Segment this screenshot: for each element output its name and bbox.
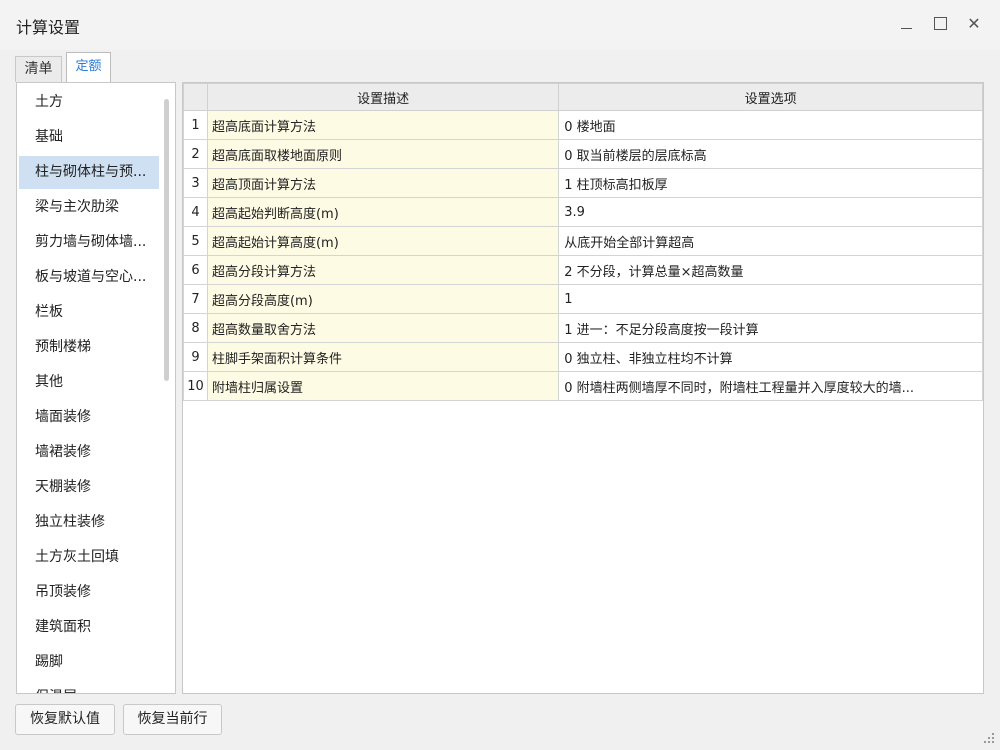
sidebar-item[interactable]: 吊顶装修 — [19, 576, 159, 609]
setting-option[interactable]: 1 — [558, 284, 983, 314]
setting-option[interactable]: 0 楼地面 — [558, 110, 983, 140]
setting-description: 超高数量取舍方法 — [206, 313, 560, 343]
row-number: 3 — [183, 168, 208, 198]
restore-current-row-button[interactable]: 恢复当前行 — [123, 704, 222, 735]
setting-option[interactable]: 1 进一：不足分段高度按一段计算 — [558, 313, 983, 343]
sidebar-item[interactable]: 板与坡道与空心... — [19, 261, 159, 294]
sidebar-item[interactable]: 天棚装修 — [19, 471, 159, 504]
setting-description: 超高起始判断高度(m) — [206, 197, 560, 227]
table-row[interactable]: 3 超高顶面计算方法 1 柱顶标高扣板厚 — [183, 168, 983, 198]
settings-grid: 设置描述 设置选项 1 超高底面计算方法 0 楼地面 2 超高底面取楼地面原则 0 取当前… — [182, 82, 984, 694]
table-row[interactable]: 6 超高分段计算方法 2 不分段，计算总量×超高数量 — [183, 255, 983, 285]
table-row[interactable]: 9 柱脚手架面积计算条件 0 独立柱、非独立柱均不计算 — [183, 342, 983, 372]
row-number: 1 — [183, 110, 208, 140]
sidebar-item[interactable]: 保温层 — [19, 681, 159, 693]
header-num — [183, 83, 208, 111]
sidebar-item[interactable]: 土方 — [19, 86, 159, 119]
row-number: 6 — [183, 255, 208, 285]
tab-dinge[interactable]: 定额 — [66, 52, 111, 82]
setting-description: 超高底面计算方法 — [206, 110, 560, 140]
sidebar-item[interactable]: 墙裙装修 — [19, 436, 159, 469]
setting-description: 超高分段计算方法 — [206, 255, 560, 285]
sidebar-item[interactable]: 基础 — [19, 121, 159, 154]
row-number: 10 — [183, 371, 208, 401]
tab-qingdan[interactable]: 清单 — [15, 56, 62, 82]
row-number: 9 — [183, 342, 208, 372]
table-row[interactable]: 1 超高底面计算方法 0 楼地面 — [183, 110, 983, 140]
sidebar-item[interactable]: 其他 — [19, 366, 159, 399]
table-row[interactable]: 7 超高分段高度(m) 1 — [183, 284, 983, 314]
setting-option[interactable]: 0 独立柱、非独立柱均不计算 — [558, 342, 983, 372]
resize-grip-icon[interactable] — [984, 733, 996, 745]
header-opt: 设置选项 — [558, 83, 983, 111]
setting-description: 超高起始计算高度(m) — [206, 226, 560, 256]
setting-option[interactable]: 0 附墙柱两侧墙厚不同时，附墙柱工程量并入厚度较大的墙... — [558, 371, 983, 401]
table-row[interactable]: 2 超高底面取楼地面原则 0 取当前楼层的层底标高 — [183, 139, 983, 169]
sidebar-item[interactable]: 墙面装修 — [19, 401, 159, 434]
sidebar-item[interactable]: 预制楼梯 — [19, 331, 159, 364]
sidebar-item[interactable]: 剪力墙与砌体墙... — [19, 226, 159, 259]
setting-description: 超高底面取楼地面原则 — [206, 139, 560, 169]
sidebar-item[interactable]: 踢脚 — [19, 646, 159, 679]
setting-description: 超高顶面计算方法 — [206, 168, 560, 198]
sidebar-item[interactable]: 栏板 — [19, 296, 159, 329]
minimize-icon[interactable] — [896, 14, 916, 34]
maximize-icon[interactable] — [930, 14, 950, 34]
row-number: 8 — [183, 313, 208, 343]
setting-description: 柱脚手架面积计算条件 — [206, 342, 560, 372]
sidebar-item[interactable]: 土方灰土回填 — [19, 541, 159, 574]
table-row[interactable]: 10 附墙柱归属设置 0 附墙柱两侧墙厚不同时，附墙柱工程量并入厚度较大的墙... — [183, 371, 983, 401]
window-title: 计算设置 — [16, 18, 81, 37]
setting-option[interactable]: 0 取当前楼层的层底标高 — [558, 139, 983, 169]
settings-table: 设置描述 设置选项 1 超高底面计算方法 0 楼地面 2 超高底面取楼地面原则 0 取当前… — [183, 83, 983, 401]
setting-option[interactable]: 2 不分段，计算总量×超高数量 — [558, 255, 983, 285]
setting-option[interactable]: 3.9 — [558, 197, 983, 227]
table-header-row: 设置描述 设置选项 — [183, 83, 983, 111]
sidebar-item[interactable]: 建筑面积 — [19, 611, 159, 644]
category-list: 保温层 踢脚建筑面积吊顶装修土方灰土回填独立柱装修天棚装修墙裙装修墙面装修其他预制… — [16, 82, 176, 694]
setting-description: 附墙柱归属设置 — [206, 371, 560, 401]
row-number: 2 — [183, 139, 208, 169]
row-number: 7 — [183, 284, 208, 314]
restore-default-button[interactable]: 恢复默认值 — [15, 704, 115, 735]
header-desc: 设置描述 — [206, 83, 560, 111]
setting-option[interactable]: 1 柱顶标高扣板厚 — [558, 168, 983, 198]
table-row[interactable]: 5 超高起始计算高度(m) 从底开始全部计算超高 — [183, 226, 983, 256]
setting-description: 超高分段高度(m) — [206, 284, 560, 314]
list-scrollbar[interactable] — [164, 99, 169, 381]
setting-option[interactable]: 从底开始全部计算超高 — [558, 226, 983, 256]
sidebar-item[interactable]: 梁与主次肋梁 — [19, 191, 159, 224]
sidebar-item[interactable]: 独立柱装修 — [19, 506, 159, 539]
title-bar: 计算设置 ✕ — [0, 0, 1000, 50]
table-row[interactable]: 4 超高起始判断高度(m) 3.9 — [183, 197, 983, 227]
row-number: 4 — [183, 197, 208, 227]
sidebar-item[interactable]: 柱与砌体柱与预... — [19, 156, 159, 189]
table-row[interactable]: 8 超高数量取舍方法 1 进一：不足分段高度按一段计算 — [183, 313, 983, 343]
close-icon[interactable]: ✕ — [964, 14, 984, 34]
row-number: 5 — [183, 226, 208, 256]
